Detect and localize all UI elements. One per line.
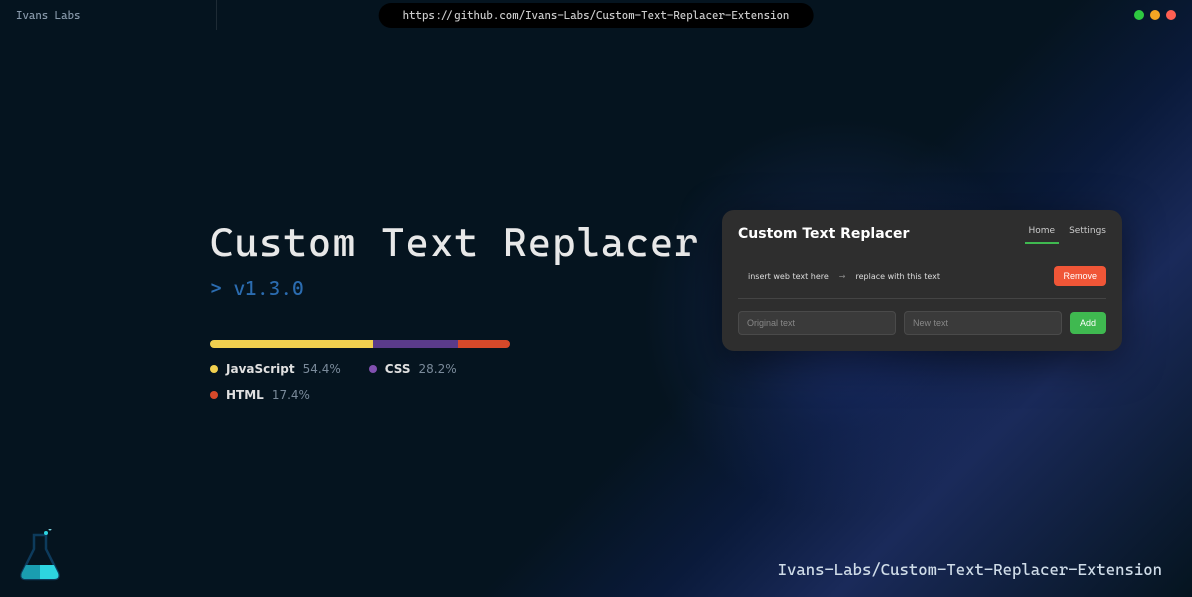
- legend-percent: 28.2%: [419, 362, 457, 376]
- arrow-right-icon: →: [839, 272, 846, 281]
- project-title: Custom Text Replacer: [210, 220, 699, 266]
- titlebar: Ivans Labs https://github.com/Ivans-Labs…: [0, 0, 1192, 30]
- version-prompt: >: [210, 276, 233, 300]
- lang-segment-css: [373, 340, 458, 348]
- legend-percent: 54.4%: [303, 362, 341, 376]
- brand-logo: [16, 529, 64, 587]
- lang-segment-javascript: [210, 340, 373, 348]
- add-button[interactable]: Add: [1070, 312, 1106, 334]
- new-text-input[interactable]: [904, 311, 1062, 335]
- legend-item-javascript[interactable]: JavaScript 54.4%: [210, 362, 341, 376]
- legend-dot-icon: [369, 365, 377, 373]
- flask-icon: [16, 529, 64, 587]
- legend-item-html[interactable]: HTML 17.4%: [210, 388, 310, 402]
- version-number: v1.3.0: [233, 276, 303, 300]
- minimize-dot-icon[interactable]: [1134, 10, 1144, 20]
- project-version: > v1.3.0: [210, 276, 699, 300]
- replacement-text-sample: replace with this text: [856, 272, 941, 281]
- popup-tabs: Home Settings: [1029, 226, 1107, 240]
- url-bar[interactable]: https://github.com/Ivans-Labs/Custom-Tex…: [379, 3, 814, 28]
- remove-button[interactable]: Remove: [1054, 266, 1106, 286]
- repo-path: Ivans-Labs/Custom-Text-Replacer-Extensio…: [778, 560, 1162, 579]
- popup-title: Custom Text Replacer: [738, 226, 909, 242]
- lang-segment-html: [458, 340, 510, 348]
- extension-popup-preview: Custom Text Replacer Home Settings inser…: [722, 210, 1122, 351]
- language-bar: [210, 340, 510, 348]
- language-legend: JavaScript 54.4% CSS 28.2% HTML 17.4%: [210, 362, 570, 402]
- original-text-sample: insert web text here: [748, 272, 829, 281]
- brand-label: Ivans Labs: [16, 9, 196, 22]
- legend-name: JavaScript: [226, 362, 295, 376]
- legend-percent: 17.4%: [272, 388, 310, 402]
- legend-dot-icon: [210, 391, 218, 399]
- legend-name: HTML: [226, 388, 264, 402]
- maximize-dot-icon[interactable]: [1150, 10, 1160, 20]
- window-controls: [1134, 10, 1176, 20]
- tab-home[interactable]: Home: [1029, 226, 1056, 240]
- original-text-input[interactable]: [738, 311, 896, 335]
- divider: [216, 0, 217, 30]
- close-dot-icon[interactable]: [1166, 10, 1176, 20]
- legend-item-css[interactable]: CSS 28.2%: [369, 362, 457, 376]
- legend-name: CSS: [385, 362, 411, 376]
- legend-dot-icon: [210, 365, 218, 373]
- tab-settings[interactable]: Settings: [1069, 226, 1106, 240]
- replacement-row: insert web text here → replace with this…: [738, 260, 1106, 299]
